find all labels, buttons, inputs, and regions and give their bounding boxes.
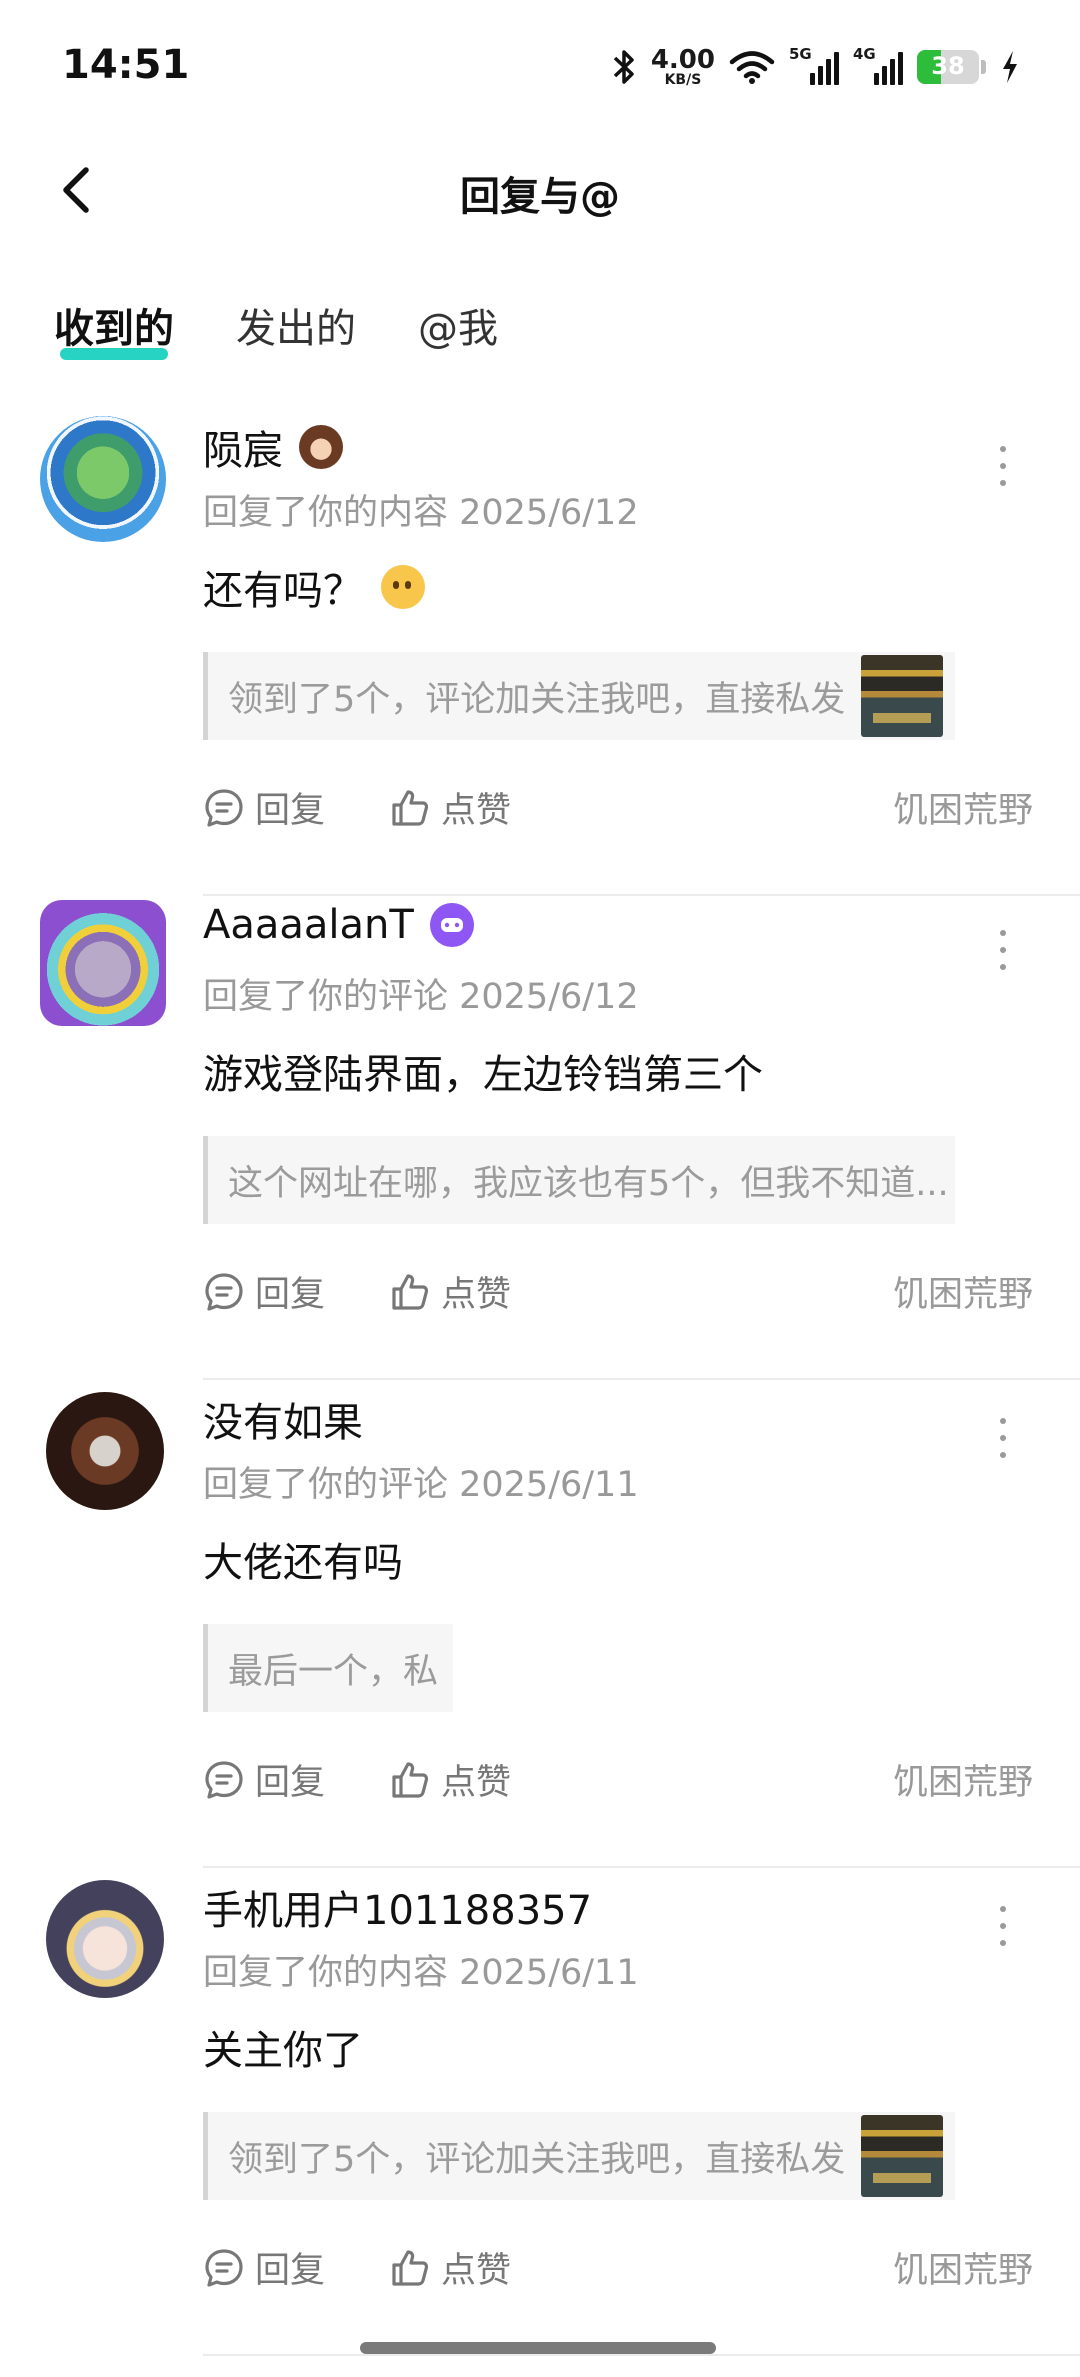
status-bar: 14:51 4.00 KB/S 5G 4G 38 [0,0,1080,130]
tab-sent-label: 发出的 [236,306,356,352]
reply-content: 游戏登陆界面，左边铃铛第三个 [203,1052,763,1098]
comment-bubble-icon [205,1272,243,1311]
status-time: 14:51 [62,42,190,88]
reply-button[interactable]: 回复 [203,782,325,833]
quoted-comment[interactable]: 领到了5个，评论加关注我吧，直接私发 [203,652,955,740]
reply-meta: 回复了你的评论 2025/6/11 [203,1465,639,1505]
like-button[interactable]: 点赞 [389,2242,511,2293]
like-button[interactable]: 点赞 [389,782,511,833]
tab-received-label: 收到的 [54,306,174,352]
tab-mentions-label: @我 [418,306,498,352]
tab-bar: 收到的 发出的 @我 [0,288,1080,368]
action-bar: 回复 点赞 饥困荒野 [203,1754,1033,1814]
signal-4g-icon: 4G [853,45,903,87]
user-badge-icon [299,425,343,469]
username[interactable]: 陨宸 [203,418,343,476]
tab-received[interactable]: 收到的 [54,296,174,360]
status-icons: 4.00 KB/S 5G 4G 38 [611,42,1020,92]
reply-button[interactable]: 回复 [203,1266,325,1317]
battery-icon: 38 [917,50,979,84]
thumbs-up-icon [392,2249,429,2286]
avatar[interactable] [40,900,166,1026]
page-title: 回复与@ [460,174,620,220]
reply-item[interactable]: 陨宸 回复了你的内容 2025/6/12 还有吗？ 领到了5个，评论加关注我吧，… [0,406,1080,896]
reply-content: 关主你了 [203,2028,363,2074]
more-options-icon[interactable] [998,1906,1008,1946]
quoted-comment[interactable]: 领到了5个，评论加关注我吧，直接私发 [203,2112,955,2200]
signal-5g-icon: 5G [789,45,839,87]
avatar[interactable] [46,1392,164,1510]
divider [203,2354,1080,2356]
tab-sent[interactable]: 发出的 [236,296,356,354]
avatar[interactable] [40,416,166,542]
more-options-icon[interactable] [998,930,1008,970]
username[interactable]: 没有如果 [203,1390,363,1448]
reply-meta: 回复了你的内容 2025/6/12 [203,493,639,533]
comment-bubble-icon [205,2248,243,2287]
comment-bubble-icon [205,1760,243,1799]
charging-icon [1003,51,1017,83]
battery-cap [981,60,986,74]
thumbs-up-icon [392,1761,429,1798]
reply-item[interactable]: AaaaalanT 回复了你的评论 2025/6/12 游戏登陆界面，左边铃铛第… [0,890,1080,1380]
quoted-comment[interactable]: 最后一个，私 [203,1624,453,1712]
quoted-comment[interactable]: 这个网址在哪，我应该也有5个，但我不知道... [203,1136,955,1224]
quoted-image-thumbnail[interactable] [861,2115,944,2197]
tab-mentions[interactable]: @我 [418,296,498,354]
game-tag[interactable]: 饥困荒野 [893,782,1033,833]
reply-item[interactable]: 没有如果 回复了你的评论 2025/6/11 大佬还有吗 最后一个，私 回复 点… [0,1378,1080,1868]
like-button[interactable]: 点赞 [389,1266,511,1317]
reply-button[interactable]: 回复 [203,2242,325,2293]
game-controller-badge-icon [429,903,474,947]
comment-bubble-icon [205,788,243,827]
reply-meta: 回复了你的评论 2025/6/12 [203,977,639,1017]
username[interactable]: AaaaalanT [203,902,474,948]
reply-button[interactable]: 回复 [203,1754,325,1805]
action-bar: 回复 点赞 饥困荒野 [203,2242,1033,2302]
quoted-image-thumbnail[interactable] [861,655,944,737]
action-bar: 回复 点赞 饥困荒野 [203,782,1033,842]
bluetooth-icon [613,50,634,84]
reply-meta: 回复了你的内容 2025/6/11 [203,1953,639,1993]
thumbs-up-icon [392,789,429,826]
game-tag[interactable]: 饥困荒野 [893,1754,1033,1805]
thumbs-up-icon [392,1273,429,1310]
network-speed: 4.00 KB/S [650,45,715,88]
nav-bar: 回复与@ [0,140,1080,240]
smiley-emoji-icon [381,565,425,609]
reply-content: 大佬还有吗 [203,1540,403,1586]
home-indicator[interactable] [360,2342,716,2354]
reply-item[interactable]: 手机用户101188357 回复了你的内容 2025/6/11 关主你了 领到了… [0,1866,1080,2356]
game-tag[interactable]: 饥困荒野 [893,2242,1033,2293]
username[interactable]: 手机用户101188357 [203,1878,592,1936]
wifi-icon [729,51,775,84]
more-options-icon[interactable] [998,446,1008,486]
action-bar: 回复 点赞 饥困荒野 [203,1266,1033,1326]
avatar[interactable] [46,1880,164,1998]
reply-content: 还有吗？ [203,558,425,616]
more-options-icon[interactable] [998,1418,1008,1458]
like-button[interactable]: 点赞 [389,1754,511,1805]
game-tag[interactable]: 饥困荒野 [893,1266,1033,1317]
